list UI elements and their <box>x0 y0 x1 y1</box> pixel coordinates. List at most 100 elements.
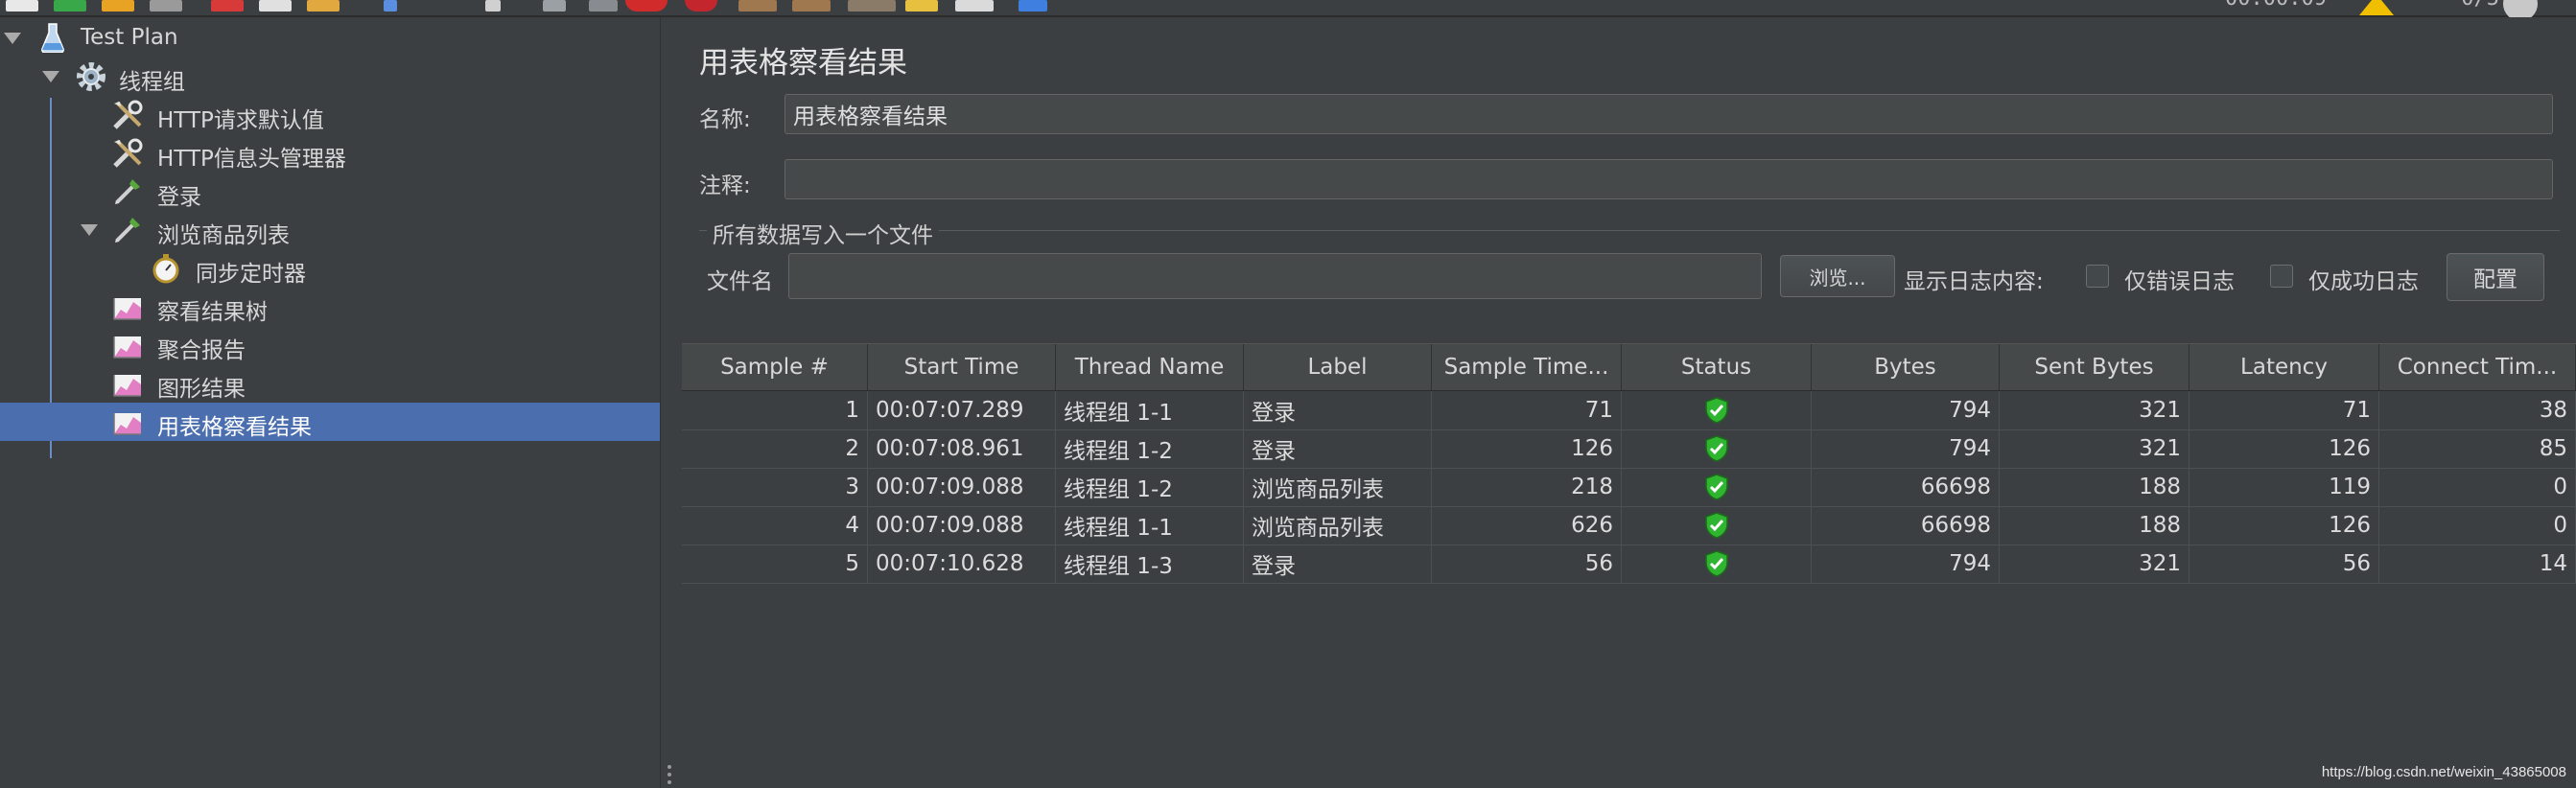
column-header-status[interactable]: Status <box>1622 344 1812 390</box>
tree-item-browse-products[interactable]: 浏览商品列表 <box>0 211 660 249</box>
browse-button[interactable]: 浏览... <box>1780 255 1895 297</box>
help-icon[interactable] <box>1019 0 1047 12</box>
cell-latency: 126 <box>2190 429 2379 468</box>
column-header-bytes[interactable]: Bytes <box>1812 344 2000 390</box>
success-shield-icon <box>1704 435 1728 462</box>
success-only-label[interactable]: 仅成功日志 <box>2308 263 2419 295</box>
reset-search-icon[interactable] <box>905 0 938 12</box>
table-row[interactable]: 4 00:07:09.088 线程组 1-1 浏览商品列表 626 66698 188 126… <box>682 506 2576 545</box>
save-icon[interactable] <box>150 0 182 12</box>
templates-icon[interactable] <box>54 0 86 12</box>
table-row[interactable]: 2 00:07:08.961 线程组 1-2 登录 126 794 321 126 85 <box>682 429 2576 469</box>
tree-item-header-manager[interactable]: HTTP信息头管理器 <box>0 134 660 173</box>
cell-latency: 56 <box>2190 545 2379 583</box>
cell-start-time: 00:07:10.628 <box>868 545 1056 583</box>
name-label: 名称: <box>699 107 751 132</box>
clear-all-icon[interactable] <box>792 0 831 12</box>
warning-icon[interactable] <box>2359 0 2394 15</box>
cell-status <box>1622 545 1812 583</box>
cell-sample-time: 218 <box>1432 468 1622 506</box>
cell-status <box>1622 468 1812 506</box>
cut-icon[interactable] <box>211 0 244 12</box>
start-no-pause-icon[interactable] <box>589 0 618 12</box>
flask-icon <box>36 21 69 54</box>
column-header-connect-time[interactable]: Connect Tim... <box>2379 344 2576 390</box>
errors-only-label[interactable]: 仅错误日志 <box>2124 263 2235 295</box>
tree-item-label: HTTP请求默认值 <box>157 108 324 133</box>
tree-item-login[interactable]: 登录 <box>0 173 660 211</box>
cell-start-time: 00:07:09.088 <box>868 506 1056 545</box>
column-header-label[interactable]: Label <box>1244 344 1432 390</box>
cell-thread-name: 线程组 1-1 <box>1056 506 1244 545</box>
tree-item-label: 用表格察看结果 <box>157 415 312 440</box>
table-row[interactable]: 3 00:07:09.088 线程组 1-2 浏览商品列表 218 66698 188 119… <box>682 468 2576 507</box>
column-header-sample-time[interactable]: Sample Time... <box>1432 344 1622 390</box>
tree-item-sync-timer[interactable]: 同步定时器 <box>0 249 660 288</box>
paste-icon[interactable] <box>307 0 340 12</box>
cell-sample-number: 4 <box>682 506 868 545</box>
copy-icon[interactable] <box>259 0 292 12</box>
cell-sample-time: 56 <box>1432 545 1622 583</box>
divider-grip <box>667 765 671 769</box>
comment-field[interactable] <box>785 159 2553 199</box>
stopwatch-icon <box>150 252 182 285</box>
open-folder-icon[interactable] <box>102 0 134 12</box>
cell-bytes: 794 <box>1812 545 2000 583</box>
column-header-sent-bytes[interactable]: Sent Bytes <box>2000 344 2190 390</box>
tree-item-aggregate-report[interactable]: 聚合报告 <box>0 326 660 364</box>
cell-label: 登录 <box>1244 429 1432 468</box>
tree-item-label: 同步定时器 <box>196 262 306 287</box>
cell-connect-time: 0 <box>2379 506 2576 545</box>
listener-panel: 用表格察看结果 名称: 注释: 所有数据写入一个文件 文件名 浏览... 显示日… <box>678 17 2576 788</box>
elapsed-time: 00:00:09 <box>2225 0 2327 11</box>
column-header-thread-name[interactable]: Thread Name <box>1056 344 1244 390</box>
errors-only-checkbox[interactable] <box>2086 265 2109 288</box>
table-row[interactable]: 5 00:07:10.628 线程组 1-3 登录 56 794 321 56 14 <box>682 545 2576 584</box>
column-header-latency[interactable]: Latency <box>2190 344 2379 390</box>
tree-item-label: HTTP信息头管理器 <box>157 147 346 172</box>
tree-item-label: 图形结果 <box>157 377 246 402</box>
cell-thread-name: 线程组 1-2 <box>1056 429 1244 468</box>
tree-item-thread-group[interactable]: 线程组 <box>0 58 660 96</box>
tree-item-label: 浏览商品列表 <box>157 223 290 248</box>
shutdown-icon[interactable] <box>685 0 717 12</box>
table-row[interactable]: 1 00:07:07.289 线程组 1-1 登录 71 794 321 71 38 <box>682 391 2576 430</box>
cell-latency: 126 <box>2190 506 2379 545</box>
page-title: 用表格察看结果 <box>699 46 907 81</box>
tree-item-graph-results[interactable]: 图形结果 <box>0 364 660 403</box>
stop-icon[interactable] <box>625 0 667 12</box>
column-header-start-time[interactable]: Start Time <box>868 344 1056 390</box>
success-shield-icon <box>1704 512 1728 539</box>
gear-icon <box>75 60 107 93</box>
comment-label: 注释: <box>699 174 751 198</box>
search-icon[interactable] <box>848 0 896 12</box>
collapse-toggle-icon[interactable] <box>42 71 59 82</box>
expand-icon[interactable] <box>384 0 397 12</box>
toggle-icon[interactable] <box>485 0 501 12</box>
start-icon[interactable] <box>543 0 566 12</box>
tree-item-view-results-table[interactable]: 用表格察看结果 <box>0 403 660 441</box>
split-pane-divider[interactable] <box>660 17 679 788</box>
graph-icon <box>111 406 144 438</box>
clear-icon[interactable] <box>738 0 777 12</box>
tree-item-test-plan[interactable]: Test Plan <box>0 19 660 58</box>
configure-button[interactable]: 配置 <box>2447 253 2544 301</box>
tree-item-label: 线程组 <box>119 70 185 95</box>
cell-sent-bytes: 188 <box>2000 468 2190 506</box>
function-helper-icon[interactable] <box>955 0 994 12</box>
collapse-toggle-icon[interactable] <box>4 33 21 44</box>
collapse-toggle-icon[interactable] <box>81 224 98 236</box>
tree-item-view-results-tree[interactable]: 察看结果树 <box>0 288 660 326</box>
watermark-text: https://blog.csdn.net/weixin_43865008 <box>2321 764 2566 780</box>
tree-item-label: 察看结果树 <box>157 300 268 325</box>
cell-label: 浏览商品列表 <box>1244 506 1432 545</box>
filename-field[interactable] <box>788 253 1762 299</box>
new-file-icon[interactable] <box>6 0 38 12</box>
name-field[interactable] <box>785 94 2553 134</box>
cell-status <box>1622 391 1812 429</box>
cell-label: 浏览商品列表 <box>1244 468 1432 506</box>
success-only-checkbox[interactable] <box>2270 265 2293 288</box>
tree-item-http-defaults[interactable]: HTTP请求默认值 <box>0 96 660 134</box>
column-header-sample-number[interactable]: Sample # <box>682 344 868 390</box>
tree-item-label: 登录 <box>157 185 201 210</box>
